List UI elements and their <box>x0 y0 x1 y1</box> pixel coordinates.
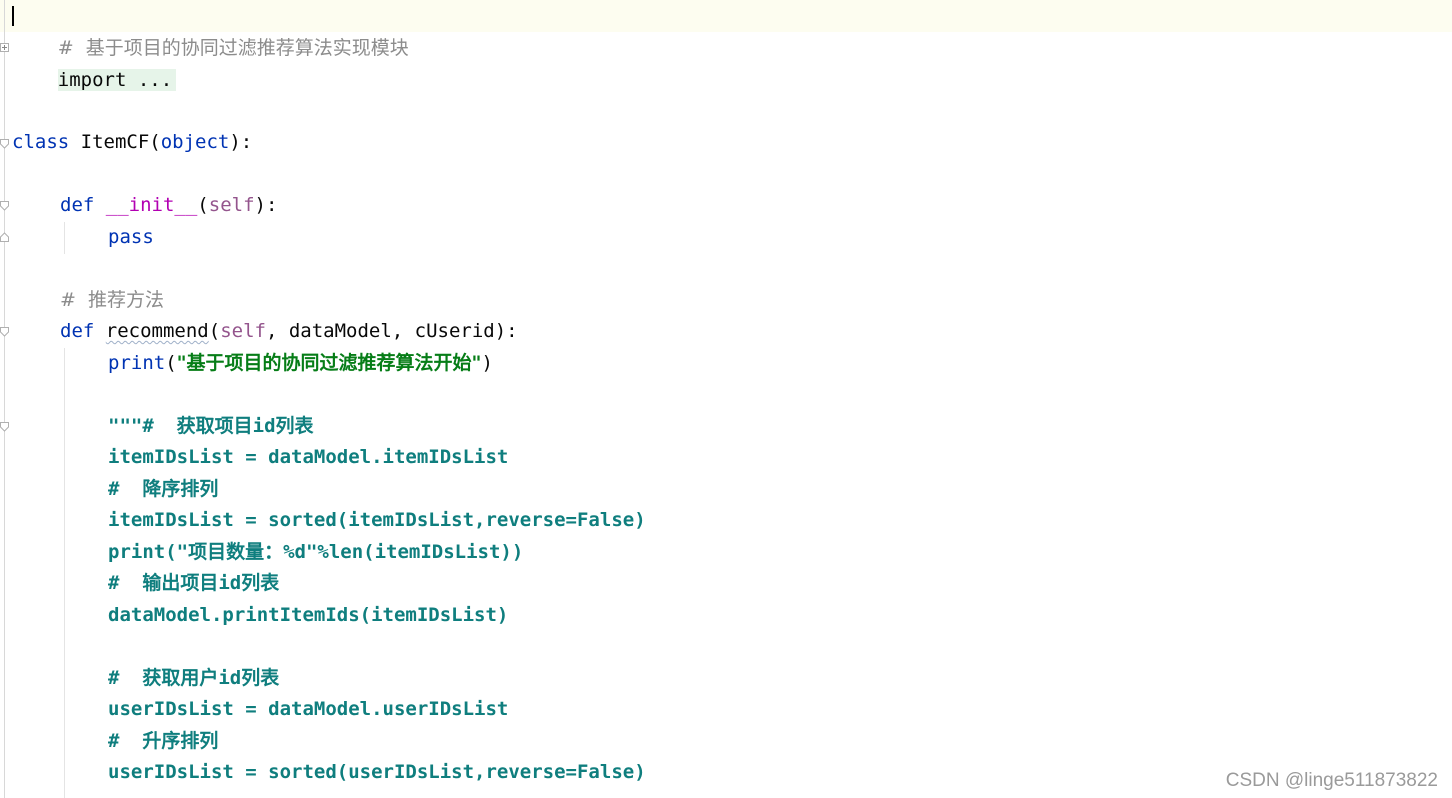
fold-collapse-icon[interactable] <box>0 326 9 337</box>
docstring-line[interactable]: userIDsList = sorted(userIDsList,reverse… <box>108 756 646 788</box>
fold-expand-icon[interactable] <box>0 42 9 53</box>
paren-open: ( <box>165 352 177 374</box>
docstring-line[interactable]: userIDsList = dataModel.userIDsList <box>108 693 508 725</box>
watermark: CSDN @linge511873822 <box>1225 770 1438 791</box>
code-line-2[interactable]: import ... <box>12 32 177 91</box>
self-param: self <box>208 194 255 216</box>
paren-open: ( <box>197 194 209 216</box>
params: , dataModel, cUserid): <box>265 320 518 342</box>
docstring-line[interactable]: """# 获取项目id列表 <box>108 410 314 442</box>
print-string: "基于项目的协同过滤推荐算法开始" <box>176 352 482 374</box>
class-end: ): <box>229 131 253 153</box>
class-keyword: class <box>12 131 70 153</box>
self-param: self <box>220 320 266 342</box>
code-line-pass[interactable]: pass <box>108 221 154 253</box>
code-line-1[interactable]: # 基于项目的协同过滤推荐算法实现模块 <box>12 0 409 59</box>
docstring-line[interactable]: itemIDsList = sorted(itemIDsList,reverse… <box>108 504 646 536</box>
def-keyword: def <box>60 194 95 216</box>
code-editor[interactable]: # 基于项目的协同过滤推荐算法实现模块 import ... class Ite… <box>0 0 1452 798</box>
code-line-init[interactable]: def __init__(self): <box>60 189 277 221</box>
code-line-comment[interactable]: # 推荐方法 <box>60 284 164 316</box>
docstring-line[interactable]: # 升序排列 <box>108 725 218 757</box>
def-keyword: def <box>60 320 95 342</box>
init-method: __init__ <box>105 194 198 216</box>
method-comment: # 推荐方法 <box>60 289 164 311</box>
code-line-class[interactable]: class ItemCF(object): <box>12 126 252 158</box>
docstring-line[interactable]: # 获取用户id列表 <box>108 662 279 694</box>
class-name: ItemCF( <box>69 131 161 153</box>
pass-keyword: pass <box>108 226 154 248</box>
recommend-method: recommend <box>105 320 209 342</box>
code-line-recommend[interactable]: def recommend(self, dataModel, cUserid): <box>60 315 518 347</box>
fold-collapse-icon[interactable] <box>0 421 9 432</box>
indent-guide <box>64 348 65 798</box>
docstring-line[interactable]: # 降序排列 <box>108 473 218 505</box>
folded-import[interactable]: import ... <box>57 69 177 91</box>
gutter-divider <box>4 0 5 798</box>
code-line-print[interactable]: print("基于项目的协同过滤推荐算法开始") <box>108 347 493 379</box>
base-class: object <box>160 131 230 153</box>
docstring-line[interactable]: itemIDsList = dataModel.itemIDsList <box>108 441 508 473</box>
paren-open: ( <box>208 320 221 342</box>
docstring-line[interactable]: # 输出项目id列表 <box>108 567 279 599</box>
print-builtin: print <box>108 352 166 374</box>
docstring-line[interactable]: dataModel.printItemIds(itemIDsList) <box>108 599 508 631</box>
fold-collapse-icon[interactable] <box>0 138 9 149</box>
fold-collapse-icon[interactable] <box>0 200 9 211</box>
fold-end-icon[interactable] <box>0 232 9 243</box>
paren-close: ) <box>481 352 493 374</box>
docstring-line[interactable]: print("项目数量：%d"%len(itemIDsList)) <box>108 536 523 568</box>
indent-guide <box>64 222 65 254</box>
paren-close: ): <box>254 194 278 216</box>
